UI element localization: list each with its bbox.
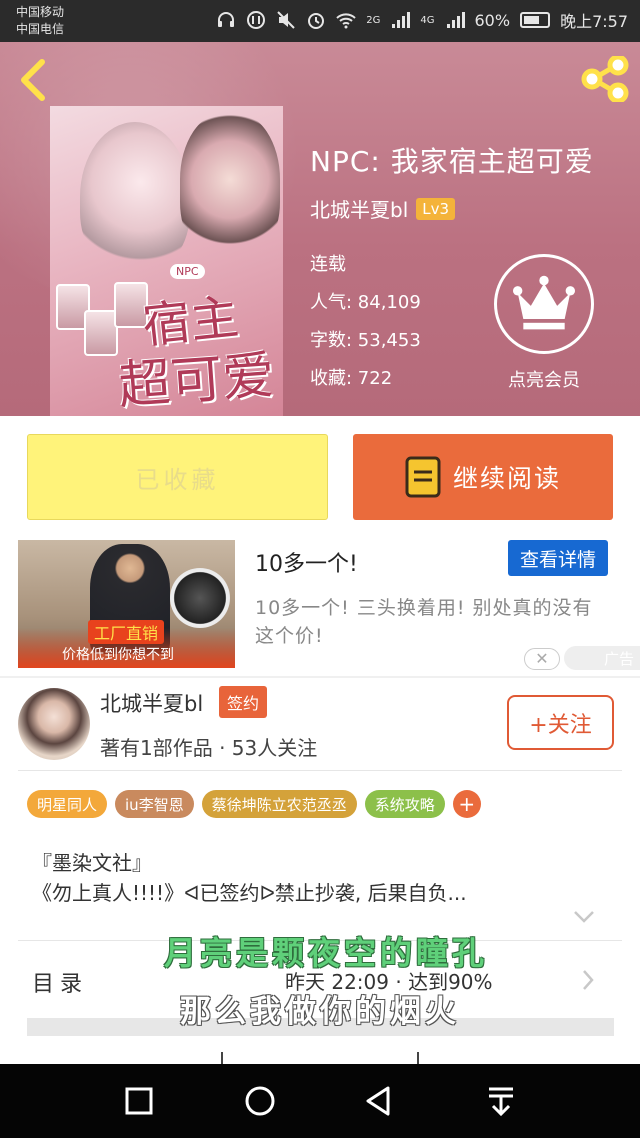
battery-percent: 60%	[474, 10, 511, 30]
popularity-count: 人气: 84,109	[310, 292, 421, 313]
divider	[221, 1052, 223, 1064]
membership-label[interactable]: 点亮会员	[494, 366, 594, 392]
network-4g-label: 4G	[420, 14, 435, 26]
alarm-icon	[308, 13, 325, 29]
ad-banner[interactable]: 工厂直销 价格低到你想不到 10多一个! 查看详情 10多一个! 三头换着用! …	[0, 538, 640, 676]
recent-apps-icon[interactable]	[119, 1081, 159, 1121]
back-icon[interactable]	[360, 1081, 400, 1121]
signed-badge: 签约	[219, 686, 268, 718]
book-cover[interactable]: NPC 宿主 超可爱	[50, 106, 283, 416]
book-icon	[405, 456, 441, 498]
status-icons: 2G 4G 60% 晚上7:57	[216, 8, 628, 32]
ad-image-caption: 价格低到你想不到	[62, 647, 174, 663]
ad-image-tag: 工厂直销	[88, 620, 165, 644]
ad-label: 广告	[564, 646, 640, 670]
tag-item[interactable]: iu李智恩	[115, 790, 194, 818]
book-title: NPC: 我家宿主超可爱	[310, 145, 594, 178]
cover-girl-figure	[80, 122, 190, 272]
back-arrow-icon[interactable]	[14, 58, 54, 102]
catalog-label: 目录	[32, 972, 89, 997]
author-stats: 著有1部作品 · 53人关注	[100, 736, 318, 760]
bottom-section	[0, 1036, 640, 1064]
tag-item[interactable]: 蔡徐坤陈立农范丞丞	[201, 790, 357, 818]
notification-pull-down-icon[interactable]	[481, 1081, 521, 1121]
ad-detail-button[interactable]: 查看详情	[508, 540, 608, 576]
chevron-right-icon	[583, 970, 594, 990]
mute-icon	[277, 11, 295, 29]
hd-call-icon	[247, 11, 266, 29]
cover-series-badge: NPC	[170, 264, 205, 279]
divider	[18, 770, 622, 771]
tag-list: 明星同人 iu李智恩 蔡徐坤陈立农范丞丞 系统攻略 +	[27, 790, 481, 818]
action-buttons: 已收藏 继续阅读	[0, 416, 640, 538]
cover-title-line-2: 超可爱	[116, 345, 277, 416]
carrier-info: 中国移动 中国电信	[16, 4, 64, 38]
follow-button[interactable]: +关注	[507, 695, 614, 750]
book-header: NPC 宿主 超可爱 NPC: 我家宿主超可爱 北城半夏bl Lv3 连载 人气…	[0, 42, 640, 416]
carrier-2: 中国电信	[16, 22, 65, 36]
crown-icon[interactable]	[494, 254, 594, 354]
tag-item[interactable]: 明星同人	[27, 790, 108, 818]
share-icon[interactable]	[580, 56, 630, 102]
chevron-down-icon[interactable]	[572, 908, 596, 926]
signal-icon	[392, 12, 411, 28]
description-line-2: 《勿上真人!!!!》ᐊ已签约ᐅ禁止抄袭, 后果自负...	[32, 881, 467, 905]
author-card[interactable]: 北城半夏bl 签约 著有1部作品 · 53人关注 +关注	[0, 678, 640, 772]
book-description[interactable]: 『墨染文社』 《勿上真人!!!!》ᐊ已签约ᐅ禁止抄袭, 后果自负...	[32, 848, 612, 908]
headphones-icon	[218, 12, 235, 27]
ad-label-text: 广告	[603, 649, 634, 668]
serial-status: 连载	[310, 254, 346, 275]
tag-item[interactable]: 系统攻略	[364, 790, 445, 818]
cover-thumbnail	[84, 310, 118, 356]
author-name[interactable]: 北城半夏bl	[310, 194, 408, 223]
lyric-line-2: 那么我做你的烟火	[180, 994, 460, 1030]
avatar[interactable]	[18, 688, 90, 760]
wifi-icon	[336, 13, 356, 29]
divider	[417, 1052, 419, 1064]
collected-button[interactable]: 已收藏	[27, 434, 328, 520]
status-bar: 中国移动 中国电信 2G 4G 60% 晚上7:57	[0, 0, 640, 42]
battery-icon	[520, 12, 551, 28]
description-line-1: 『墨染文社』	[32, 851, 152, 875]
cover-boy-figure	[180, 112, 280, 262]
clock: 晚上7:57	[560, 12, 628, 31]
continue-reading-label: 继续阅读	[452, 464, 561, 493]
signal-icon	[446, 12, 465, 28]
ad-description: 10多一个! 三头换着用! 别处真的没有这个价!	[255, 597, 593, 647]
ad-image[interactable]: 工厂直销 价格低到你想不到	[18, 540, 235, 668]
continue-reading-button[interactable]: 继续阅读	[353, 434, 613, 520]
book-meta: 连载 人气: 84,109 字数: 53,453 收藏: 722	[310, 246, 421, 398]
word-count: 字数: 53,453	[310, 330, 421, 351]
author-card-name[interactable]: 北城半夏bl	[100, 688, 203, 718]
carrier-1: 中国移动	[16, 5, 65, 19]
network-2g-label: 2G	[366, 14, 381, 26]
favorites-count: 收藏: 722	[310, 368, 393, 389]
level-badge: Lv3	[416, 197, 456, 220]
author-line: 北城半夏bl Lv3	[310, 194, 456, 223]
navigation-bar	[0, 1064, 640, 1138]
more-tags-button[interactable]: +	[452, 790, 481, 818]
home-icon[interactable]	[240, 1081, 280, 1121]
close-icon[interactable]: ✕	[524, 648, 560, 670]
ad-headline: 10多一个!	[255, 552, 358, 577]
ad-product-image	[170, 568, 230, 628]
lyric-line-1: 月亮是颗夜空的瞳孔	[164, 934, 489, 972]
